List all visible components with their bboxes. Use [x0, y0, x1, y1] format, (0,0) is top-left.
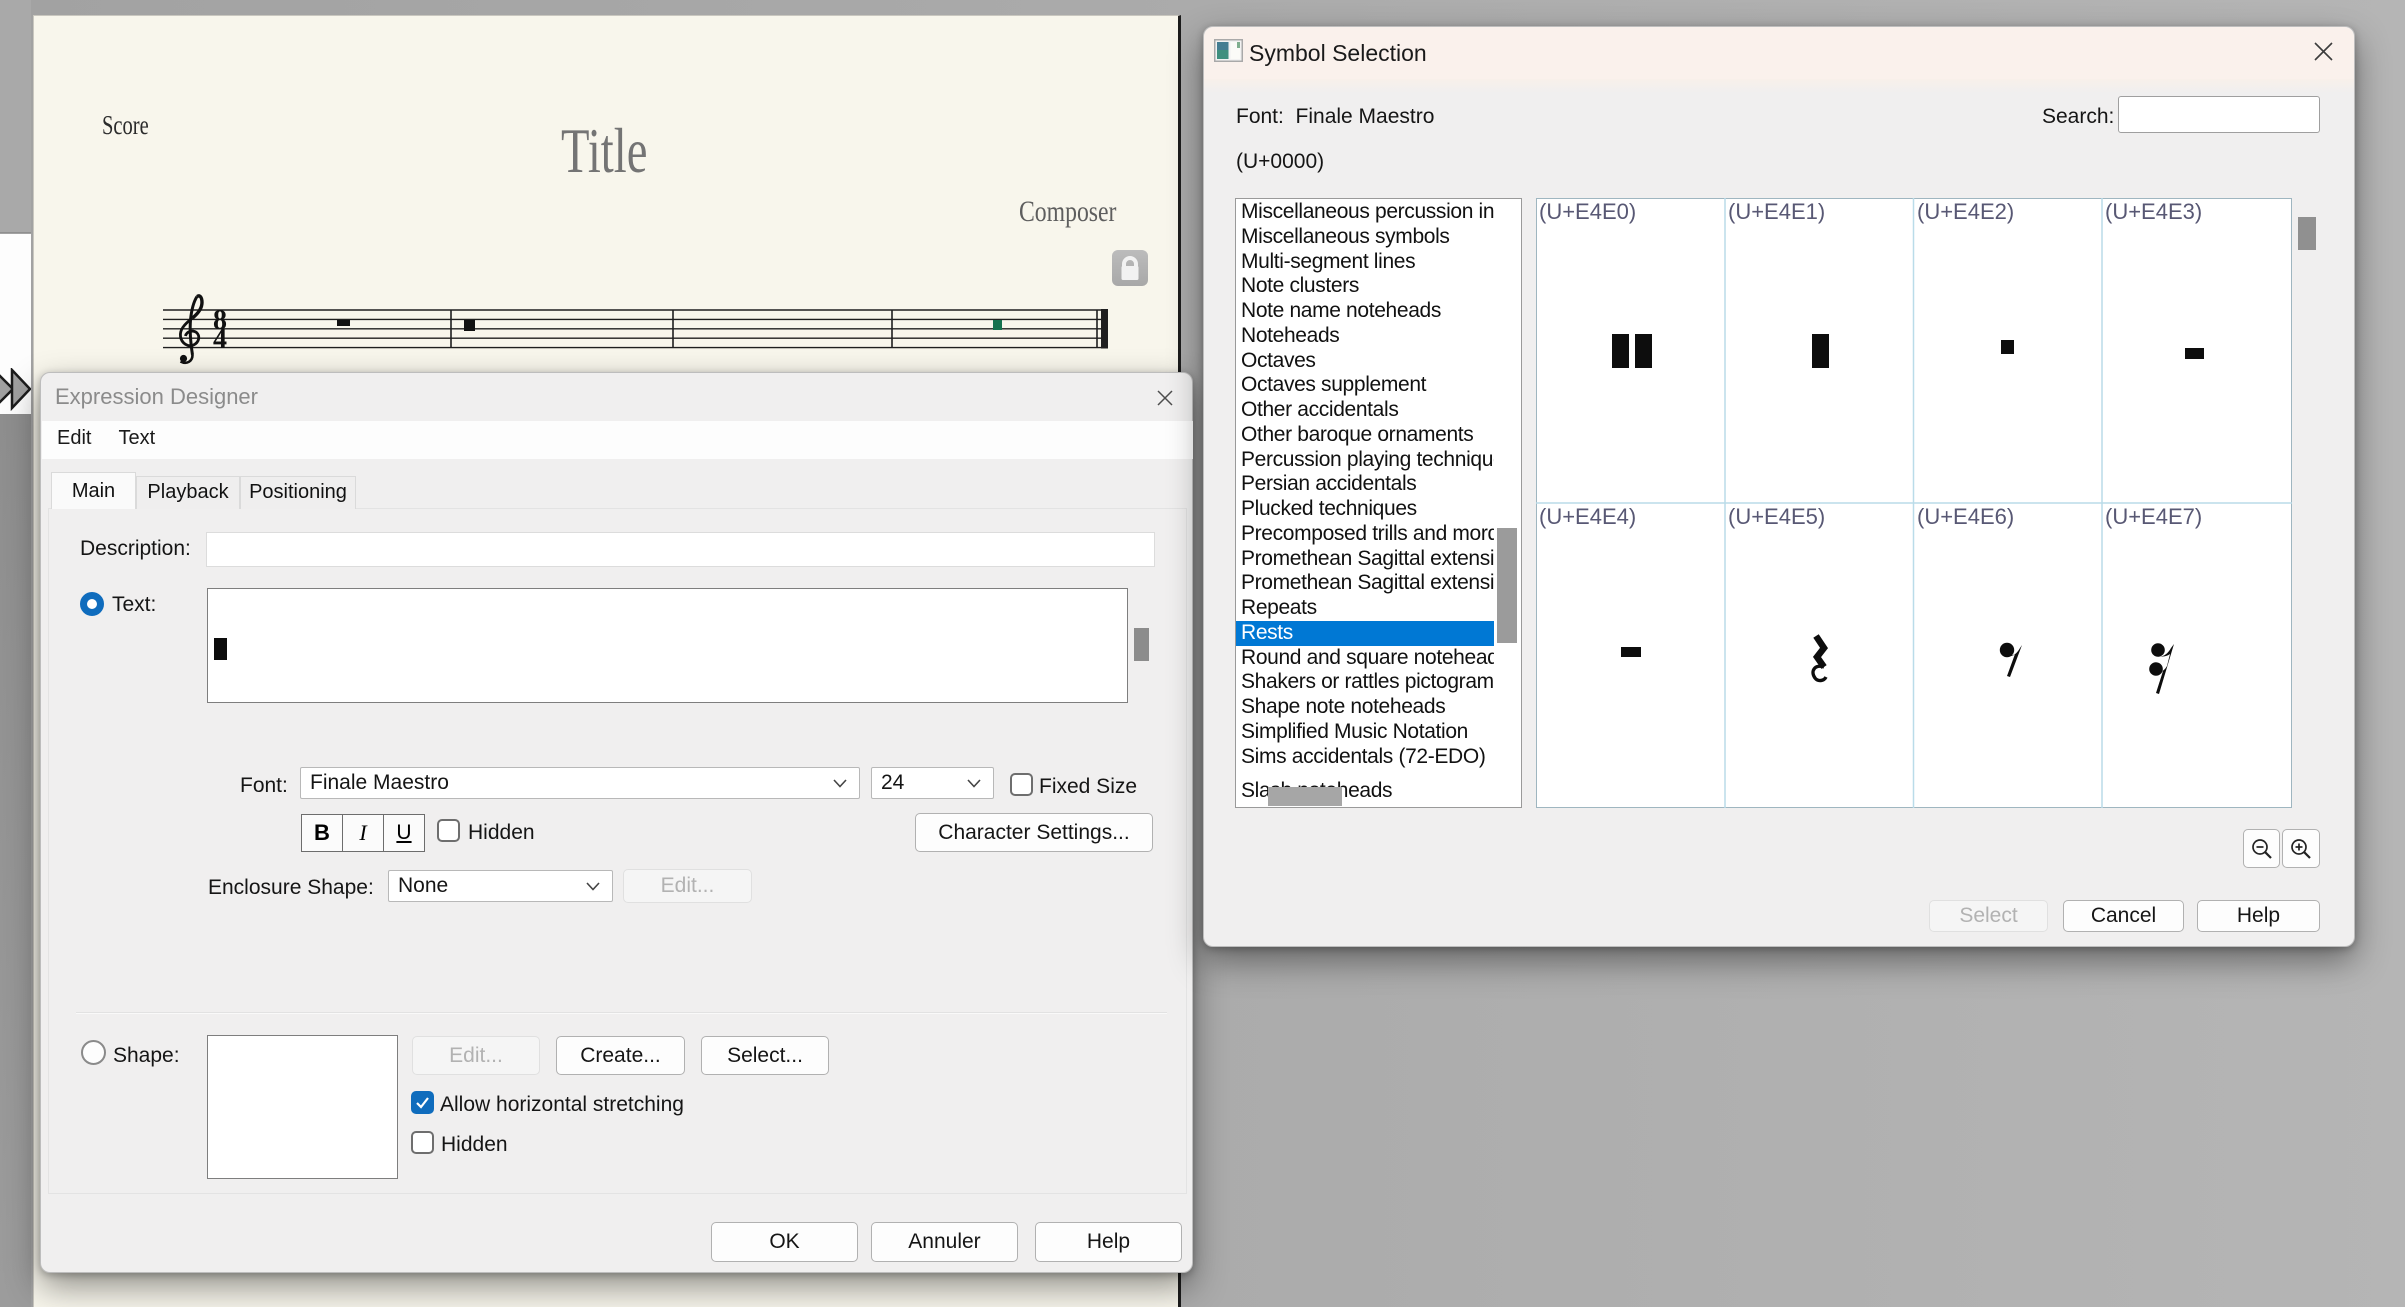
svg-text:(U+E4E6): (U+E4E6): [1917, 504, 2014, 529]
svg-text:(U+E4E0): (U+E4E0): [1539, 199, 1636, 224]
svg-text:4: 4: [213, 324, 227, 355]
svg-text:(U+E4E7): (U+E4E7): [2105, 504, 2202, 529]
svg-text:(U+E4E2): (U+E4E2): [1917, 199, 2014, 224]
svg-text:(U+E4E4): (U+E4E4): [1539, 504, 1636, 529]
svg-text:(U+E4E3): (U+E4E3): [2105, 199, 2202, 224]
svg-text:(U+E4E5): (U+E4E5): [1728, 504, 1825, 529]
svg-text:(U+E4E1): (U+E4E1): [1728, 199, 1825, 224]
